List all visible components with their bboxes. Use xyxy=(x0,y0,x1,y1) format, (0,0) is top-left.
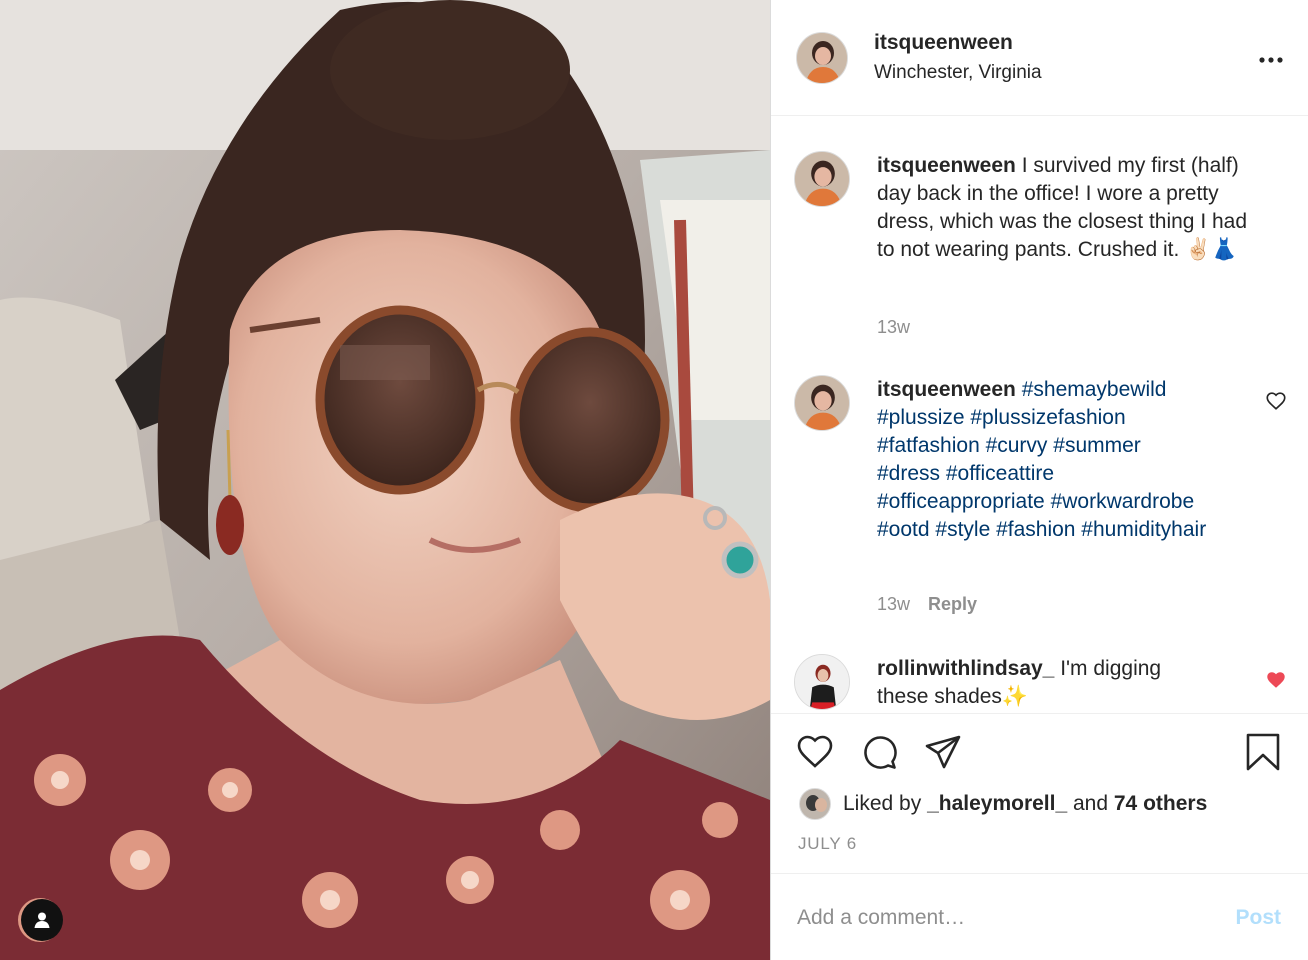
comment-liked-heart-icon[interactable] xyxy=(1265,669,1287,691)
likes-others-link[interactable]: 74 others xyxy=(1114,792,1207,815)
add-comment-bar: Post xyxy=(771,873,1308,960)
comment-author[interactable]: itsqueenween xyxy=(877,378,1016,401)
reply-button[interactable]: Reply xyxy=(928,594,977,614)
comment-age[interactable]: 13w xyxy=(877,594,910,614)
comment-avatar[interactable] xyxy=(794,375,850,431)
post-location[interactable]: Winchester, Virginia xyxy=(874,62,1042,84)
author-username[interactable]: itsqueenween xyxy=(874,31,1013,55)
comments-list[interactable]: itsqueenween I survived my first (half) … xyxy=(771,117,1308,713)
more-options-icon[interactable] xyxy=(1251,48,1291,72)
bookmark-icon[interactable] xyxy=(1243,732,1283,772)
tagged-users-button[interactable] xyxy=(21,899,63,941)
comment-author[interactable]: rollinwithlindsay_ xyxy=(877,657,1054,680)
likes-text: Liked by _haleymorell_ and 74 others xyxy=(843,792,1207,816)
comment-like-heart-icon[interactable] xyxy=(1265,390,1287,412)
author-avatar[interactable] xyxy=(796,32,848,84)
comment-body: rollinwithlindsay_ I'm digging these sha… xyxy=(877,655,1217,711)
comment-input[interactable] xyxy=(797,900,1197,936)
liker-avatar[interactable] xyxy=(799,788,831,820)
comment-meta: 13w Reply xyxy=(877,594,977,615)
user-tag-icon xyxy=(34,912,50,928)
caption-age[interactable]: 13w xyxy=(877,317,910,337)
caption-body: itsqueenween I survived my first (half) … xyxy=(877,152,1267,264)
share-icon[interactable] xyxy=(923,732,963,772)
liker-username[interactable]: _haleymorell_ xyxy=(927,792,1067,815)
comment-icon[interactable] xyxy=(859,732,899,772)
post-comment-button[interactable]: Post xyxy=(1235,906,1281,930)
post-photo[interactable] xyxy=(0,0,770,960)
likes-middle: and xyxy=(1067,792,1114,815)
caption-author[interactable]: itsqueenween xyxy=(877,154,1016,177)
post-date[interactable]: JULY 6 xyxy=(798,834,857,854)
heart-icon[interactable] xyxy=(795,732,835,772)
comment-body: itsqueenween #shemaybewild #plussize #pl… xyxy=(877,376,1207,544)
post-image xyxy=(0,0,770,960)
caption-avatar[interactable] xyxy=(794,151,850,207)
post-header: itsqueenween Winchester, Virginia xyxy=(771,0,1308,116)
post-sidebar: itsqueenween Winchester, Virginia itsque… xyxy=(770,0,1308,960)
comment-avatar[interactable] xyxy=(794,654,850,710)
caption-meta: 13w xyxy=(877,317,910,338)
likes-prefix: Liked by xyxy=(843,792,928,815)
likes-summary: Liked by _haleymorell_ and 74 others xyxy=(799,788,1207,820)
post-actions: Liked by _haleymorell_ and 74 others JUL… xyxy=(771,713,1308,873)
comment-hashtags[interactable]: #shemaybewild #plussize #plussizefashion… xyxy=(877,378,1206,541)
